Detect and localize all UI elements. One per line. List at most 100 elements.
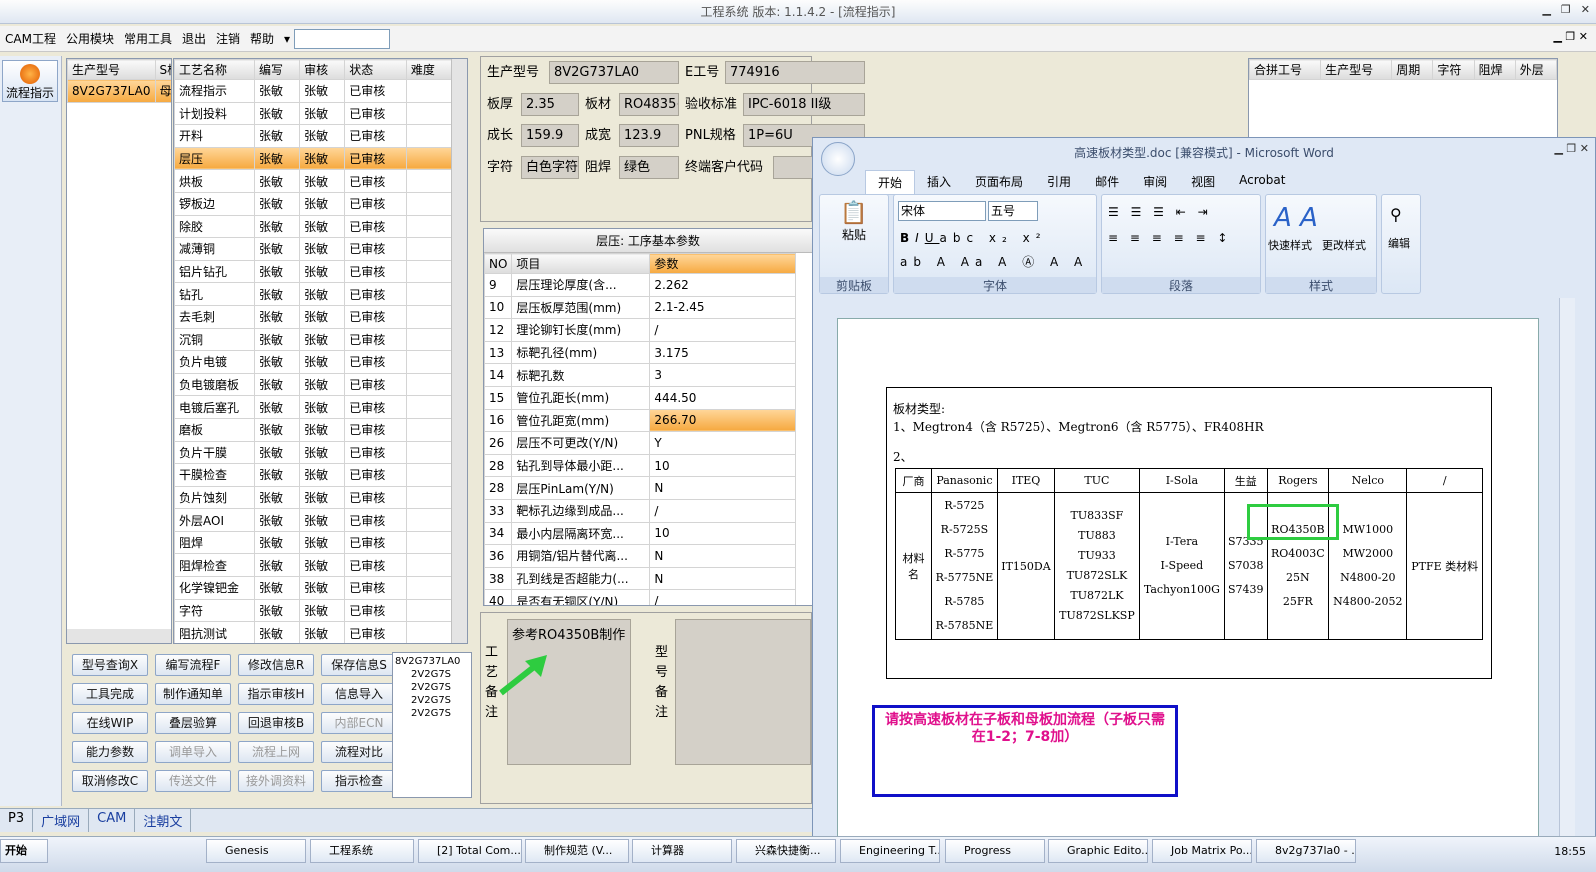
col-header[interactable]: 状态	[344, 59, 407, 80]
model-note-field[interactable]	[675, 619, 811, 765]
table-row[interactable]: 去毛刺 张敏 张敏 已审核	[174, 304, 453, 329]
tab-zhu[interactable]: 注朝文	[134, 809, 192, 832]
table-row[interactable]: 沉铜 张敏 张敏 已审核	[174, 327, 453, 352]
action-button[interactable]: 能力参数	[72, 741, 148, 763]
module-combo[interactable]	[294, 29, 390, 49]
paste-icon[interactable]: 📋	[820, 201, 888, 226]
tab-references[interactable]: 引用	[1035, 170, 1083, 195]
start-button[interactable]: 开始	[0, 839, 48, 863]
tab-wan[interactable]: 广域网	[32, 809, 88, 832]
action-button[interactable]: 接外调资料	[238, 770, 314, 792]
paste-button[interactable]: 粘贴	[820, 226, 888, 243]
edit-button[interactable]: 编辑	[1388, 235, 1410, 251]
table-row[interactable]: 字符 张敏 张敏 已审核	[174, 598, 453, 623]
menu-item[interactable]: 退出	[177, 26, 211, 52]
table-row[interactable]: 16 管位孔距宽(mm) 266.70	[484, 408, 796, 433]
action-button[interactable]: 工具完成	[72, 683, 148, 705]
table-row[interactable]: 减薄铜 张敏 张敏 已审核	[174, 237, 453, 261]
table-row[interactable]: 干膜检查 张敏 张敏 已审核	[174, 463, 453, 487]
table-row[interactable]: 26 层压不可更改(Y/N) Y	[484, 431, 796, 455]
col-header[interactable]: 工艺名称	[174, 59, 255, 80]
col-header[interactable]: 编写	[253, 59, 301, 80]
action-button[interactable]: 制作通知单	[155, 683, 231, 705]
char-field[interactable]: 白色字符	[521, 156, 579, 179]
table-row[interactable]: 12 理论铆钉长度(mm) /	[484, 318, 796, 342]
action-button[interactable]: 取消修改C	[72, 770, 148, 792]
len-field[interactable]: 159.9	[521, 124, 579, 147]
col-header[interactable]: 字符	[1432, 59, 1475, 80]
table-row[interactable]: 28 钻孔到导体最小距... 10	[484, 453, 796, 478]
table-row[interactable]: 烘板 张敏 张敏 已审核	[174, 169, 453, 193]
table-row[interactable]: 8V2G737LA0母板	[67, 79, 171, 103]
col-header[interactable]: 审核	[299, 59, 346, 80]
col-header[interactable]: 参数	[649, 253, 796, 274]
quick-style-button[interactable]: 快速样式	[1268, 237, 1312, 253]
tab-acrobat[interactable]: Acrobat	[1227, 170, 1297, 195]
minimize-icon[interactable]: ▁	[1542, 3, 1550, 16]
mat-field[interactable]: RO4835+	[619, 93, 679, 116]
list-icons[interactable]: ☰ ☰ ☰ ⇤ ⇥	[1108, 205, 1212, 219]
action-button[interactable]: 调单导入	[155, 741, 231, 763]
action-button[interactable]: 流程对比	[321, 741, 397, 763]
table-row[interactable]: 36 用铜箔/铝片替代离... N	[484, 544, 796, 568]
cust-field[interactable]	[773, 156, 813, 179]
mask-field[interactable]: 绿色	[619, 156, 679, 179]
table-row[interactable]: 除胶 张敏 张敏 已审核	[174, 214, 453, 239]
tab-view[interactable]: 视图	[1179, 170, 1227, 195]
table-row[interactable]: 38 孔到线是否超能力(... N	[484, 566, 796, 591]
table-row[interactable]: 负片电镀 张敏 张敏 已审核	[174, 350, 453, 374]
taskbar-item[interactable]: Job Matrix Po...	[1152, 839, 1252, 863]
mdi-controls[interactable]: ▁ ❐ ✕	[1553, 30, 1588, 43]
table-row[interactable]: 10 层压板厚范围(mm) 2.1-2.45	[484, 295, 796, 320]
binoculars-icon[interactable]: ⚲	[1390, 205, 1402, 224]
col-header[interactable]: NO	[484, 253, 513, 274]
align-icons[interactable]: ≡ ≡ ≡ ≡ ≡ ↕	[1108, 231, 1231, 245]
table-row[interactable]: 34 最小内层隔离环宽... 10	[484, 521, 796, 546]
col-header[interactable]: 合拼工号	[1249, 59, 1322, 80]
table-row[interactable]: 阻焊检查 张敏 张敏 已审核	[174, 553, 453, 578]
word-window-controls[interactable]: ▁ ❐ ✕	[1554, 142, 1589, 155]
action-button[interactable]: 流程上网	[238, 741, 314, 763]
tree-node[interactable]: 2V2G7S	[395, 668, 469, 681]
table-row[interactable]: 化学镍钯金 张敏 张敏 已审核	[174, 576, 453, 600]
size-combo[interactable]: 五号	[988, 201, 1038, 221]
wid-field[interactable]: 123.9	[619, 124, 679, 147]
table-row[interactable]: 负片干膜 张敏 张敏 已审核	[174, 440, 453, 465]
action-button[interactable]: 叠层验算	[155, 712, 231, 734]
table-row[interactable]: 锣板边 张敏 张敏 已审核	[174, 191, 453, 216]
taskbar-item[interactable]: Progress	[945, 839, 1045, 863]
col-header[interactable]: 生产型号	[1320, 59, 1393, 80]
menu-item[interactable]: 公用模块	[61, 26, 119, 52]
table-row[interactable]: 流程指示 张敏 张敏 已审核	[174, 79, 453, 103]
col-header[interactable]: 生产型号	[67, 59, 156, 80]
std-field[interactable]: IPC-6018 II级	[743, 93, 865, 116]
taskbar-item[interactable]: 8v2g737la0 - ...	[1256, 839, 1356, 863]
chevron-down-icon[interactable]: ▾	[279, 26, 295, 52]
font-combo[interactable]: 宋体	[898, 201, 986, 221]
action-button[interactable]: 编写流程F	[155, 654, 231, 676]
tab-review[interactable]: 审阅	[1131, 170, 1179, 195]
table-row[interactable]: 层压 张敏 张敏 已审核	[174, 146, 453, 171]
vertical-scrollbar[interactable]	[451, 59, 467, 643]
action-button[interactable]: 指示审核H	[238, 683, 314, 705]
table-row[interactable]: 14 标靶孔数 3	[484, 363, 796, 387]
tree-node[interactable]: 2V2G7S	[395, 681, 469, 694]
maximize-icon[interactable]: ❐	[1561, 3, 1571, 16]
prod-field[interactable]: 8V2G737LA0	[549, 61, 679, 84]
action-button[interactable]: 保存信息S	[321, 654, 397, 676]
action-button[interactable]: 指示检查	[321, 770, 397, 792]
table-row[interactable]: 阻抗测试 张敏 张敏 已审核	[174, 621, 453, 643]
color-icons[interactable]: ab A Aa A Ⓐ A A	[900, 253, 1088, 270]
e-field[interactable]: 774916	[725, 61, 865, 84]
taskbar-item[interactable]: Engineering T...	[840, 839, 940, 863]
table-row[interactable]: 33 靶标孔边缘到成品... /	[484, 498, 796, 523]
table-row[interactable]: 外层AOI 张敏 张敏 已审核	[174, 508, 453, 532]
tab-p3[interactable]: P3	[0, 809, 32, 832]
flow-button[interactable]: 流程指示	[2, 60, 58, 102]
action-button[interactable]: 信息导入	[321, 683, 397, 705]
menu-item[interactable]: CAM工程	[0, 26, 61, 52]
tree-node[interactable]: 2V2G7S	[395, 707, 469, 720]
table-row[interactable]: 钻孔 张敏 张敏 已审核	[174, 282, 453, 306]
tree-root[interactable]: 8V2G737LA0	[395, 655, 469, 668]
tab-cam[interactable]: CAM	[88, 809, 134, 832]
